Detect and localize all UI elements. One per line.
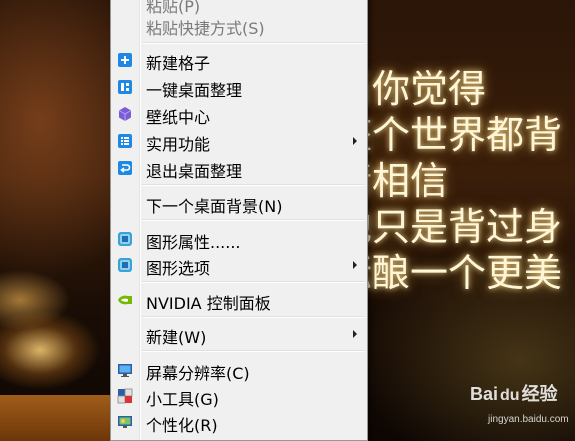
submenu-arrow-icon: [353, 137, 357, 145]
menu-item-label: 下一个桌面背景(N): [146, 197, 283, 216]
menu-item-new-cell[interactable]: 新建格子: [113, 48, 365, 73]
wallpaper-line: 整个世界都背: [334, 113, 563, 157]
wallpaper-quote: 当你觉得 整个世界都背 请相信 他只是背过身 酝酿一个更美: [334, 66, 562, 296]
baidu-watermark: Bai du 经验: [470, 380, 558, 406]
menu-item-personalize[interactable]: 个性化(R): [113, 410, 365, 435]
menu-separator: [142, 42, 365, 44]
menu-item-label: 图形选项: [146, 259, 211, 278]
menu-separator: [142, 350, 365, 352]
menu-item-label: 实用功能: [146, 135, 211, 154]
submenu-arrow-icon: [353, 261, 357, 269]
watermark-url: jingyan.baidu.com: [488, 414, 569, 425]
menu-item-label: 小工具(G): [146, 390, 219, 409]
menu-item-label: 壁纸中心: [146, 108, 211, 127]
menu-item-new[interactable]: 新建(W): [113, 322, 365, 347]
menu-item-label: 一键桌面整理: [146, 81, 243, 100]
menu-item-label: 屏幕分辨率(C): [146, 364, 250, 383]
menu-item-label: 个性化(R): [146, 416, 218, 435]
menu-item-gadgets[interactable]: 小工具(G): [113, 384, 365, 409]
menu-separator: [142, 316, 365, 318]
menu-item-graphics-options[interactable]: 图形选项: [113, 253, 365, 278]
monitor-icon: [117, 362, 133, 378]
menu-item-next-background[interactable]: 下一个桌面背景(N): [113, 191, 365, 216]
menu-item-exit-organize[interactable]: 退出桌面整理: [113, 156, 365, 181]
menu-item-wallpaper-center[interactable]: 壁纸中心: [113, 102, 365, 127]
gadgets-icon: [117, 388, 133, 404]
wallpaper-line: 他只是背过身: [334, 205, 563, 249]
menu-item-utilities[interactable]: 实用功能: [113, 129, 365, 154]
menu-item-label: NVIDIA 控制面板: [146, 294, 271, 313]
menu-item-graphics-properties[interactable]: 图形属性......: [113, 227, 365, 252]
menu-item-nvidia-control-panel[interactable]: NVIDIA 控制面板: [113, 288, 365, 313]
wallpaper-line: 请相信: [334, 159, 449, 203]
menu-item-screen-resolution[interactable]: 屏幕分辨率(C): [113, 358, 365, 383]
personalize-icon: [117, 414, 133, 430]
desktop-context-menu: 粘贴(P) 粘贴快捷方式(S) 新建格子 一键桌面整理 壁纸中心 实用功能 退出…: [110, 0, 368, 441]
menu-item-label: 新建格子: [146, 54, 211, 73]
blue-plus-icon: [117, 52, 133, 68]
list-icon: [117, 133, 133, 149]
submenu-arrow-icon: [353, 330, 357, 338]
wallpaper-line: 酝酿一个更美: [334, 251, 563, 295]
exit-icon: [117, 160, 133, 176]
watermark-brand: Bai: [470, 384, 499, 404]
menu-separator: [142, 219, 365, 221]
purple-cube-icon: [117, 106, 133, 122]
menu-item-label: 粘贴快捷方式(S): [146, 19, 265, 38]
menu-item-label: 退出桌面整理: [146, 162, 243, 181]
menu-item-label: 图形属性......: [146, 233, 241, 252]
intel-graphics-icon: [117, 231, 133, 247]
wallpaper-line: 当你觉得: [334, 67, 487, 111]
menu-item-label: 新建(W): [146, 328, 207, 347]
intel-graphics-icon: [117, 257, 133, 273]
wallpaper-glow: [0, 395, 120, 441]
watermark-brand-suffix: 经验: [521, 384, 558, 404]
layout-icon: [117, 79, 133, 95]
menu-item-organize-desktop[interactable]: 一键桌面整理: [113, 75, 365, 100]
baidu-paw-icon: du: [500, 387, 520, 404]
nvidia-icon: [117, 292, 133, 308]
menu-item-paste-shortcut[interactable]: 粘贴快捷方式(S): [113, 13, 365, 38]
menu-separator: [142, 281, 365, 283]
menu-separator: [142, 184, 365, 186]
